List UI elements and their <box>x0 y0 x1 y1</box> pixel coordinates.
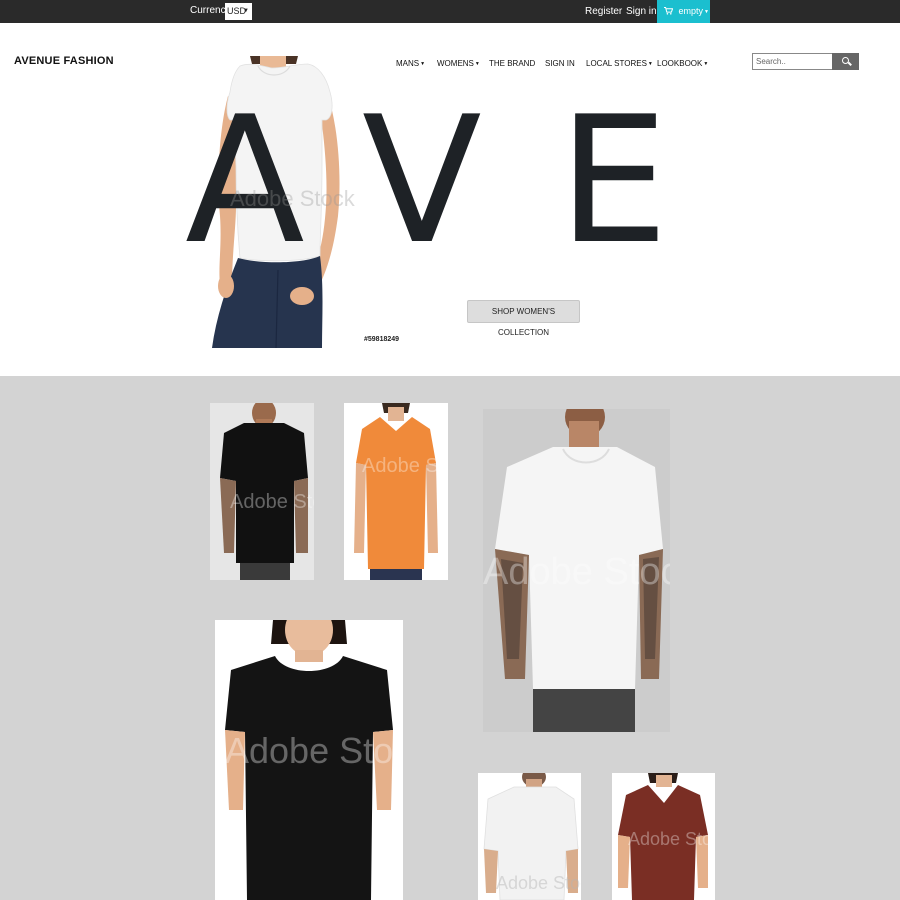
nav-the-brand[interactable]: THE BRAND <box>489 59 535 68</box>
gallery-watermark: Adobe Stock <box>230 491 314 513</box>
caret-down-icon: ▼ <box>704 9 709 15</box>
product-gallery: Adobe Stock Adobe Stock Adobe Stock <box>0 376 900 900</box>
nav-lookbook-label: LOOKBOOK <box>657 59 703 68</box>
cart-button[interactable]: empty▼ <box>657 0 710 23</box>
nav-local-stores[interactable]: LOCAL STORES▼ <box>586 59 653 68</box>
nav-lookbook[interactable]: LOOKBOOK▼ <box>657 59 708 68</box>
nav-mans[interactable]: MANS▼ <box>396 59 425 68</box>
nav-sign-in[interactable]: SIGN IN <box>545 59 575 68</box>
gallery-item-woman-orange-tshirt[interactable]: Adobe Stock <box>344 403 448 580</box>
shop-womens-collection-button[interactable]: SHOP WOMEN'S COLLECTION <box>467 300 580 337</box>
sign-in-link[interactable]: Sign in <box>626 6 657 17</box>
nav-womens[interactable]: WOMENS▼ <box>437 59 480 68</box>
currency-select[interactable]: USD ▼ <box>225 3 252 20</box>
site-logo[interactable]: AVENUE FASHION <box>14 55 114 67</box>
gallery-watermark: Adobe Stock <box>483 551 670 593</box>
gallery-item-man-white-tshirt[interactable]: Adobe Stock <box>478 773 581 900</box>
nav-womens-label: WOMENS <box>437 59 474 68</box>
gallery-item-woman-black-tshirt-large[interactable]: Adobe Stock <box>215 620 403 900</box>
gallery-watermark: Adobe Stock <box>225 730 403 771</box>
search-button[interactable] <box>832 53 859 70</box>
caret-down-icon: ▼ <box>420 61 426 67</box>
gallery-watermark: Adobe Stock <box>628 829 715 849</box>
tshirt-image <box>354 403 438 580</box>
nav-sign-in-label: SIGN IN <box>545 59 575 68</box>
nav-local-stores-label: LOCAL STORES <box>586 59 647 68</box>
caret-down-icon: ▼ <box>703 61 709 67</box>
search-input[interactable]: Search.. <box>752 53 833 70</box>
register-link[interactable]: Register <box>585 6 622 17</box>
nav-mans-label: MANS <box>396 59 420 68</box>
cart-icon <box>664 6 676 16</box>
gallery-watermark: Adobe Stock <box>362 455 448 477</box>
caret-down-icon: ▼ <box>474 61 480 67</box>
gallery-item-man-white-tshirt-large[interactable]: Adobe Stock <box>483 409 670 732</box>
hero-letter-e: E <box>558 80 669 283</box>
caret-down-icon: ▼ <box>647 61 653 67</box>
hero-letter-a: A <box>185 80 305 283</box>
nav-the-brand-label: THE BRAND <box>489 59 536 68</box>
caret-down-icon: ▼ <box>243 8 249 14</box>
top-bar: Currency: USD ▼ Register Sign in empty▼ <box>0 0 900 23</box>
gallery-item-woman-maroon-tshirt[interactable]: Adobe Stock <box>612 773 715 900</box>
gallery-watermark: Adobe Stock <box>496 873 581 893</box>
cart-label: empty <box>678 6 704 16</box>
hero-letter-v: V <box>362 80 482 283</box>
gallery-item-man-black-tshirt[interactable]: Adobe Stock <box>210 403 314 580</box>
hero-image-code: #59818249 <box>364 336 400 343</box>
hero-watermark: Adobe Stock <box>230 186 355 211</box>
